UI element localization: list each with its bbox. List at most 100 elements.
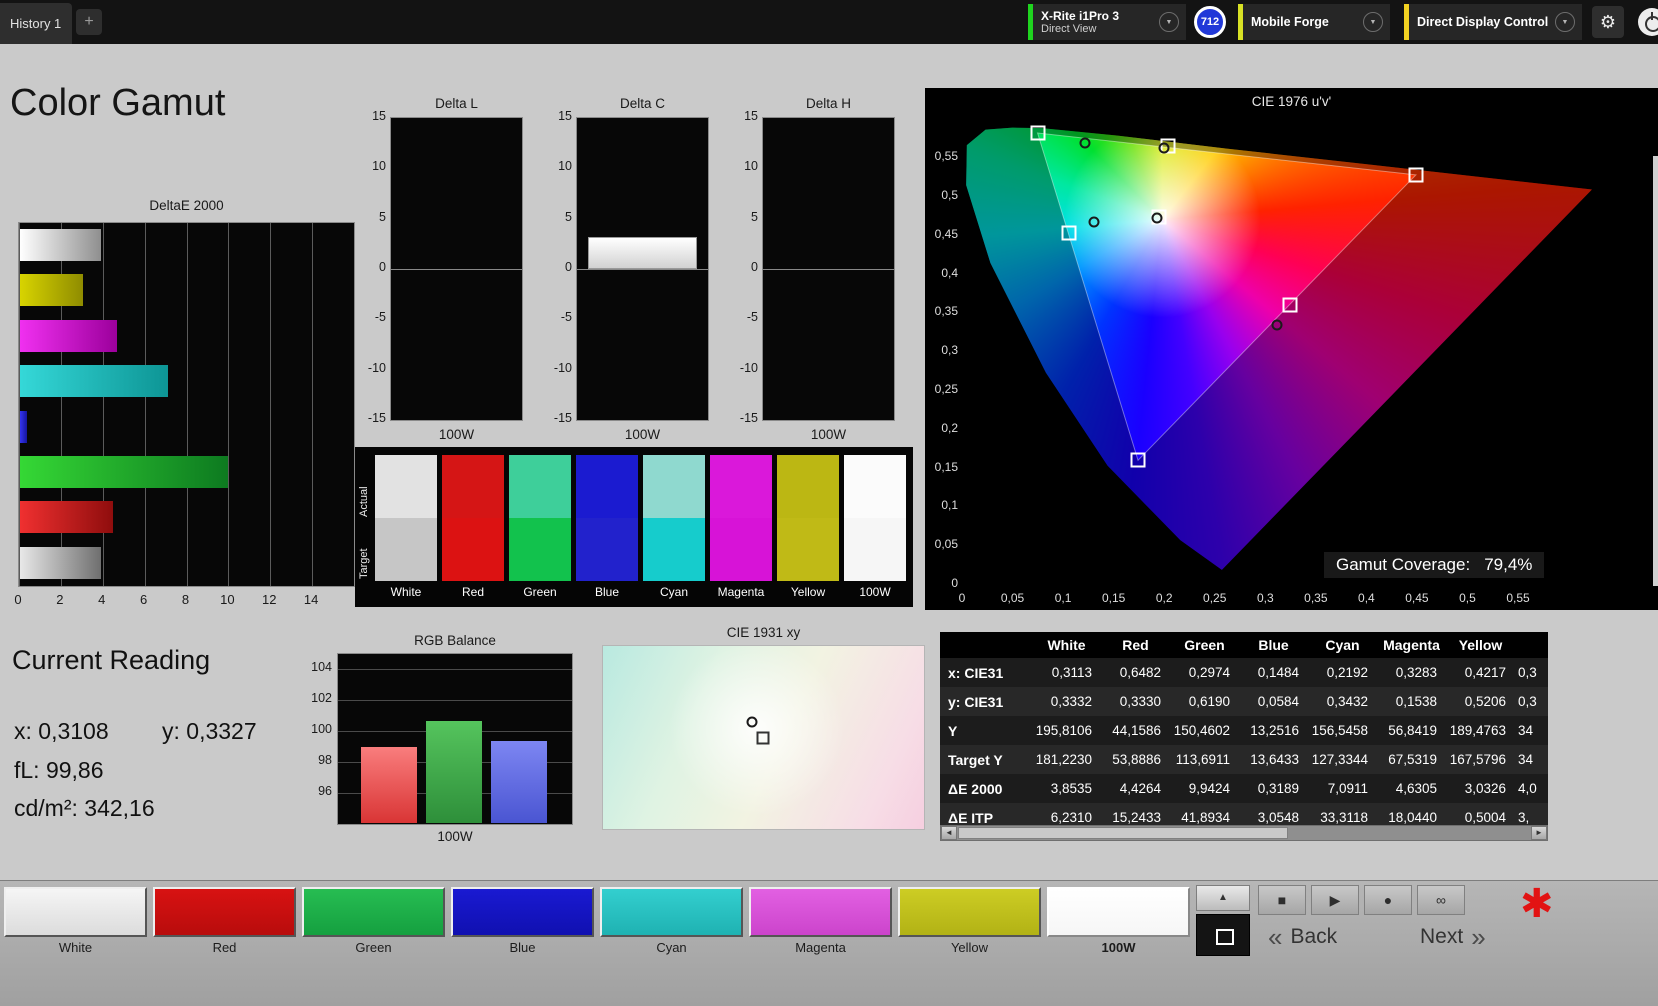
pattern-button-100w[interactable]: 100W [1047,887,1190,955]
back-button[interactable]: « Back [1268,923,1337,951]
white-measured-marker [1151,212,1163,224]
scroll-right-button[interactable]: ► [1531,826,1547,840]
axis-label: 100W [438,427,475,442]
pattern-button-white[interactable]: White [4,887,147,955]
axis-tick-label: 0,1 [941,498,958,513]
table-cell: 0,3330 [1101,687,1170,716]
window-pattern-button[interactable] [1196,914,1250,956]
meter-direct-display-control[interactable]: Direct Display Control ▼ [1404,4,1582,40]
axis-tick-label: 0,45 [1405,591,1429,605]
table-cell: 0,0584 [1239,687,1308,716]
axis-tick-label: 4 [98,592,106,607]
axis-tick-label: 0,05 [1000,591,1025,605]
table-cell: 0,4217 [1446,658,1515,687]
axis-tick-label: 0,25 [1203,591,1227,605]
pattern-button-blue[interactable]: Blue [451,887,594,955]
pattern-button-green[interactable]: Green [302,887,445,955]
table-cell: 56,8419 [1377,716,1446,745]
pattern-button-magenta[interactable]: Magenta [749,887,892,955]
table-row-label: Target Y [940,745,1032,774]
meter-ddc-label: Direct Display Control [1417,15,1549,29]
cie1931-chart: CIE 1931 xy [602,625,925,833]
axis-tick-label: 0,55 [934,149,958,164]
table-cell: 3,0548 [1239,803,1308,825]
pattern-button-red[interactable]: Red [153,887,296,955]
status-badge[interactable]: 712 [1194,6,1226,38]
table-header-cell: White [1032,632,1101,658]
axis-tick-label: 0 [751,260,758,274]
pattern-button-cyan[interactable]: Cyan [600,887,743,955]
gear-icon[interactable]: ⚙ [1592,6,1624,38]
play-button[interactable]: ▶ [1311,885,1359,915]
axis-tick-label: -10 [739,360,758,375]
axis-tick-label: 0,55 [1506,591,1530,605]
axis-tick-label: 0,5 [1459,591,1476,605]
panel-edge-scrollbar[interactable] [1653,156,1658,586]
table-cell: 4,4264 [1101,774,1170,803]
stop-measurement-icon[interactable]: ✱ [1520,881,1554,927]
pattern-swatch [153,887,296,937]
swatch-label: Yellow [790,585,826,599]
scrollbar-thumb[interactable] [958,827,1288,839]
chevron-double-right-icon: » [1471,922,1486,952]
table-cell: 0,1484 [1239,658,1308,687]
swatch-label: Red [461,585,484,599]
yellow-measured-marker [1158,142,1170,154]
table-row-label: ΔE ITP [940,803,1032,825]
table-header-cell: Yellow [1446,632,1515,658]
table-scrollbar[interactable]: ◄ ► [940,825,1548,841]
pattern-button-yellow[interactable]: Yellow [898,887,1041,955]
zero-line [391,269,522,270]
delta-bar [588,236,697,269]
axis-tick-label: 6 [140,592,148,607]
chevron-double-left-icon: « [1268,922,1283,952]
axis-tick-label: 12 [262,592,277,607]
axis-tick-label: 10 [558,159,572,174]
axis-tick-label: 10 [220,592,235,607]
swatch-label: Blue [594,585,620,599]
axis-tick-label: 0,3 [1256,591,1274,605]
rgb-bar-green [426,721,482,823]
chevron-down-icon[interactable]: ▼ [1363,12,1383,32]
gridline [270,223,272,586]
record-button[interactable]: ● [1364,885,1412,915]
axis-tick-label: 98 [318,753,332,768]
meter-mobile-forge[interactable]: Mobile Forge ▼ [1238,4,1390,40]
add-tab-button[interactable]: + [76,9,102,35]
pattern-swatch [898,887,1041,937]
axis-tick-label: 0 [14,592,22,607]
stop-button[interactable]: ■ [1258,885,1306,915]
gridline [312,223,314,586]
meter-xrite[interactable]: X-Rite i1Pro 3 Direct View ▼ [1028,4,1186,40]
table-cell: 0,3 [1515,658,1548,687]
history-tab[interactable]: History 1 [0,3,72,44]
target-swatch [509,518,571,581]
actual-swatch [777,455,839,518]
power-icon[interactable] [1638,8,1658,36]
table-row-label: x: CIE31 [940,658,1032,687]
axis-tick-label: -15 [739,411,758,425]
pattern-label: Green [355,940,392,955]
table-row-label: Y [940,716,1032,745]
chevron-down-icon[interactable]: ▼ [1555,12,1575,32]
table-row-label: ΔE 2000 [940,774,1032,803]
rgb-bar-blue [491,741,547,823]
deltae-bar-blue [20,410,27,443]
actual-swatch [710,455,772,518]
next-button[interactable]: Next » [1420,923,1486,951]
continuous-read-button[interactable]: ∞ [1417,885,1465,915]
scroll-left-button[interactable]: ◄ [941,826,957,840]
page-title: Color Gamut [10,82,226,124]
table-cell: 53,8886 [1101,745,1170,774]
chevron-down-icon[interactable]: ▼ [1159,12,1179,32]
axis-tick-label: 102 [311,691,332,706]
swatch-column-red: Red [442,447,504,607]
axis-tick-label: 0,25 [934,382,958,396]
magenta-measured-marker [1271,319,1283,331]
swatch-column-green: Green [509,447,571,607]
pattern-swatch [451,887,594,937]
table-cell: 4,6305 [1377,774,1446,803]
axis-tick-label: 0,5 [941,188,958,202]
up-arrow-button[interactable]: ▲ [1196,885,1250,911]
deltae-bar-cyan [20,365,169,398]
